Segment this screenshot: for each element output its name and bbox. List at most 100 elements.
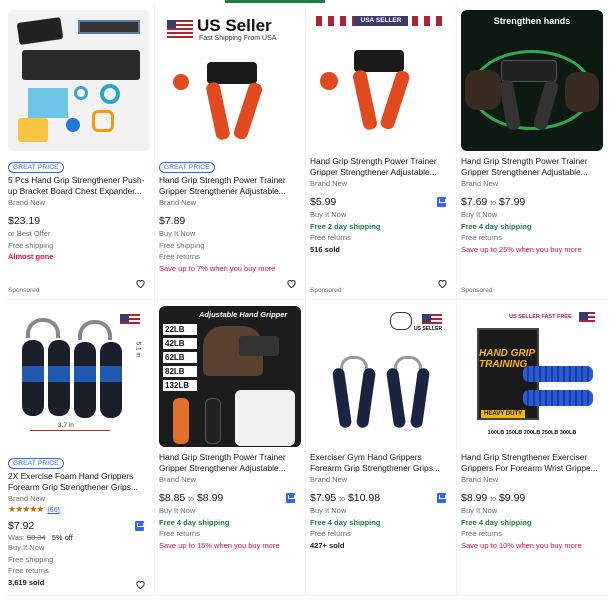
product-card[interactable]: Adjustable Hand Gripper 22LB 42LB 62LB 8… <box>155 300 306 596</box>
product-image[interactable]: USA SELLER <box>310 10 452 151</box>
product-image[interactable]: 3.7 in 5.1 in <box>8 306 150 447</box>
product-image[interactable]: Adjustable Hand Gripper 22LB 42LB 62LB 8… <box>159 306 301 447</box>
sold-count: 3,619 sold <box>8 577 45 587</box>
product-condition: Brand New <box>8 198 46 207</box>
product-condition: Brand New <box>159 198 197 207</box>
returns-text: Free returns <box>310 233 351 242</box>
volume-discount-text: Save up to 15% when you buy more <box>159 540 280 550</box>
product-condition: Brand New <box>461 475 499 484</box>
returns-text: Free returns <box>159 529 200 538</box>
product-title[interactable]: Hand Grip Strength Power Trainer Gripper… <box>461 156 604 178</box>
product-image[interactable]: US SELLER FAST FREE HAND GRIP TRAINING H… <box>461 306 603 447</box>
shipping-text: Free 4 day shipping <box>310 517 381 527</box>
star-rating[interactable]: ★★★★★ (66) <box>8 504 150 515</box>
volume-discount-text: Save up to 25% when you buy more <box>461 244 582 254</box>
us-flag-icon <box>120 314 140 326</box>
image-title: US SELLER FAST FREE <box>509 314 572 320</box>
product-card[interactable]: Strengthen hands Hand Grip Strength Powe… <box>457 4 608 300</box>
product-title[interactable]: Hand Grip Strength Power Trainer Gripper… <box>310 156 452 178</box>
was-price: Was: $8.34 5% off <box>8 533 73 542</box>
buy-it-now-text: Buy It Now <box>159 506 196 515</box>
buy-it-now-text: Buy It Now <box>159 229 196 238</box>
weight-options: 100LB 150LB 200LB 250LB 300LB <box>487 430 577 436</box>
us-flag-icon <box>167 20 193 38</box>
sponsored-label: Sponsored <box>8 287 40 294</box>
volume-discount-text: Save up to 7% when you buy more <box>159 263 276 273</box>
buy-it-now-text: Buy It Now <box>310 210 347 219</box>
product-price: $7.69 to $7.99 <box>461 196 526 208</box>
product-price: $7.92 <box>8 520 35 532</box>
product-card[interactable]: US Seller Fast Shipping From USA GREAT P… <box>155 4 306 300</box>
buy-it-now-text: Buy It Now <box>8 543 45 552</box>
volume-discount-text: Save up to 10% when you buy more <box>461 540 582 550</box>
product-condition: Brand New <box>310 475 348 484</box>
shipping-text: Free 2 day shipping <box>310 221 381 231</box>
product-image[interactable] <box>8 10 150 151</box>
product-price: $23.19 <box>8 215 41 227</box>
sold-count: 427+ sold <box>310 540 345 550</box>
great-price-badge: GREAT PRICE <box>8 458 64 469</box>
product-card[interactable]: US SELLER FAST FREE HAND GRIP TRAINING H… <box>457 300 608 596</box>
product-card[interactable]: 3.7 in 5.1 in GREAT PRICE 2X Exercise Fo… <box>4 300 155 596</box>
image-label-2: 5.1 in <box>134 341 142 358</box>
heart-icon[interactable] <box>135 276 146 289</box>
image-label: 3.7 in <box>58 422 74 429</box>
buy-it-now-text: Buy It Now <box>461 506 498 515</box>
product-title[interactable]: Hand Grip Strength Power Trainer Gripper… <box>159 175 301 197</box>
image-title: Adjustable Hand Gripper <box>199 310 288 319</box>
returns-text: Free returns <box>8 566 49 575</box>
rating-count[interactable]: (66) <box>47 507 59 514</box>
promoted-icon <box>135 521 144 531</box>
product-card[interactable]: USA SELLER Hand Grip Strength Power Trai… <box>306 4 457 300</box>
great-price-badge: GREAT PRICE <box>159 162 215 173</box>
shipping-text: Free 4 day shipping <box>461 517 532 527</box>
product-condition: Brand New <box>159 475 197 484</box>
us-flag-icon <box>422 314 442 326</box>
returns-text: Free returns <box>461 529 502 538</box>
product-grid: GREAT PRICE 5 Pcs Hand Grip Strengthener… <box>4 4 608 596</box>
product-price: $8.99 to $9.99 <box>461 492 526 504</box>
image-title: US SELLER <box>414 326 443 332</box>
shipping-text: Free 4 day shipping <box>461 221 532 231</box>
shipping-text: Free shipping <box>159 240 205 250</box>
stock-status: Almost gone <box>8 252 54 261</box>
product-price: $7.95 to $10.98 <box>310 492 381 504</box>
product-condition: Brand New <box>8 494 46 503</box>
promoted-icon <box>437 197 446 207</box>
image-title: US Seller <box>197 16 272 35</box>
product-image[interactable]: Strengthen hands <box>461 10 603 151</box>
product-image[interactable]: US SELLER <box>310 306 452 447</box>
image-title: Strengthen hands <box>493 16 571 26</box>
buy-it-now-text: Buy It Now <box>310 506 347 515</box>
product-card[interactable]: US SELLER Exerciser Gym Hand Grippers Fo… <box>306 300 457 596</box>
heart-icon[interactable] <box>135 577 146 590</box>
us-flag-icon <box>579 312 595 322</box>
product-price: $7.89 <box>159 215 186 227</box>
heavy-duty-label: HEAVY DUTY <box>481 410 526 418</box>
product-title[interactable]: Hand Grip Strengthener Exerciser Gripper… <box>461 452 604 474</box>
shipping-text: Free 4 day shipping <box>159 517 230 527</box>
sponsored-label: Sponsored <box>461 287 493 294</box>
product-title[interactable]: Exerciser Gym Hand Grippers Forearm Grip… <box>310 452 452 474</box>
product-title[interactable]: 5 Pcs Hand Grip Strengthener Push-up Bra… <box>8 175 150 197</box>
product-title[interactable]: 2X Exercise Foam Hand Grippers Forearm G… <box>8 471 150 493</box>
promoted-icon <box>286 493 295 503</box>
product-condition: Brand New <box>310 179 348 188</box>
promoted-icon <box>437 493 446 503</box>
best-offer-text: or Best Offer <box>8 229 51 238</box>
returns-text: Free returns <box>461 233 502 242</box>
product-image[interactable]: US Seller Fast Shipping From USA <box>159 10 301 151</box>
product-card[interactable]: GREAT PRICE 5 Pcs Hand Grip Strengthener… <box>4 4 155 300</box>
product-price: $5.99 <box>310 196 337 208</box>
shipping-text: Free shipping <box>8 554 54 564</box>
sponsored-label: Sponsored <box>310 287 342 294</box>
returns-text: Free returns <box>159 252 200 261</box>
product-price: $8.85 to $8.99 <box>159 492 224 504</box>
heart-icon[interactable] <box>437 276 448 289</box>
product-title[interactable]: Hand Grip Strength Power Trainer Gripper… <box>159 452 301 474</box>
image-title: USA SELLER <box>354 16 408 26</box>
returns-text: Free returns <box>310 529 351 538</box>
shipping-text: Free shipping <box>8 240 54 250</box>
buy-it-now-text: Buy It Now <box>461 210 498 219</box>
heart-icon[interactable] <box>286 276 297 289</box>
